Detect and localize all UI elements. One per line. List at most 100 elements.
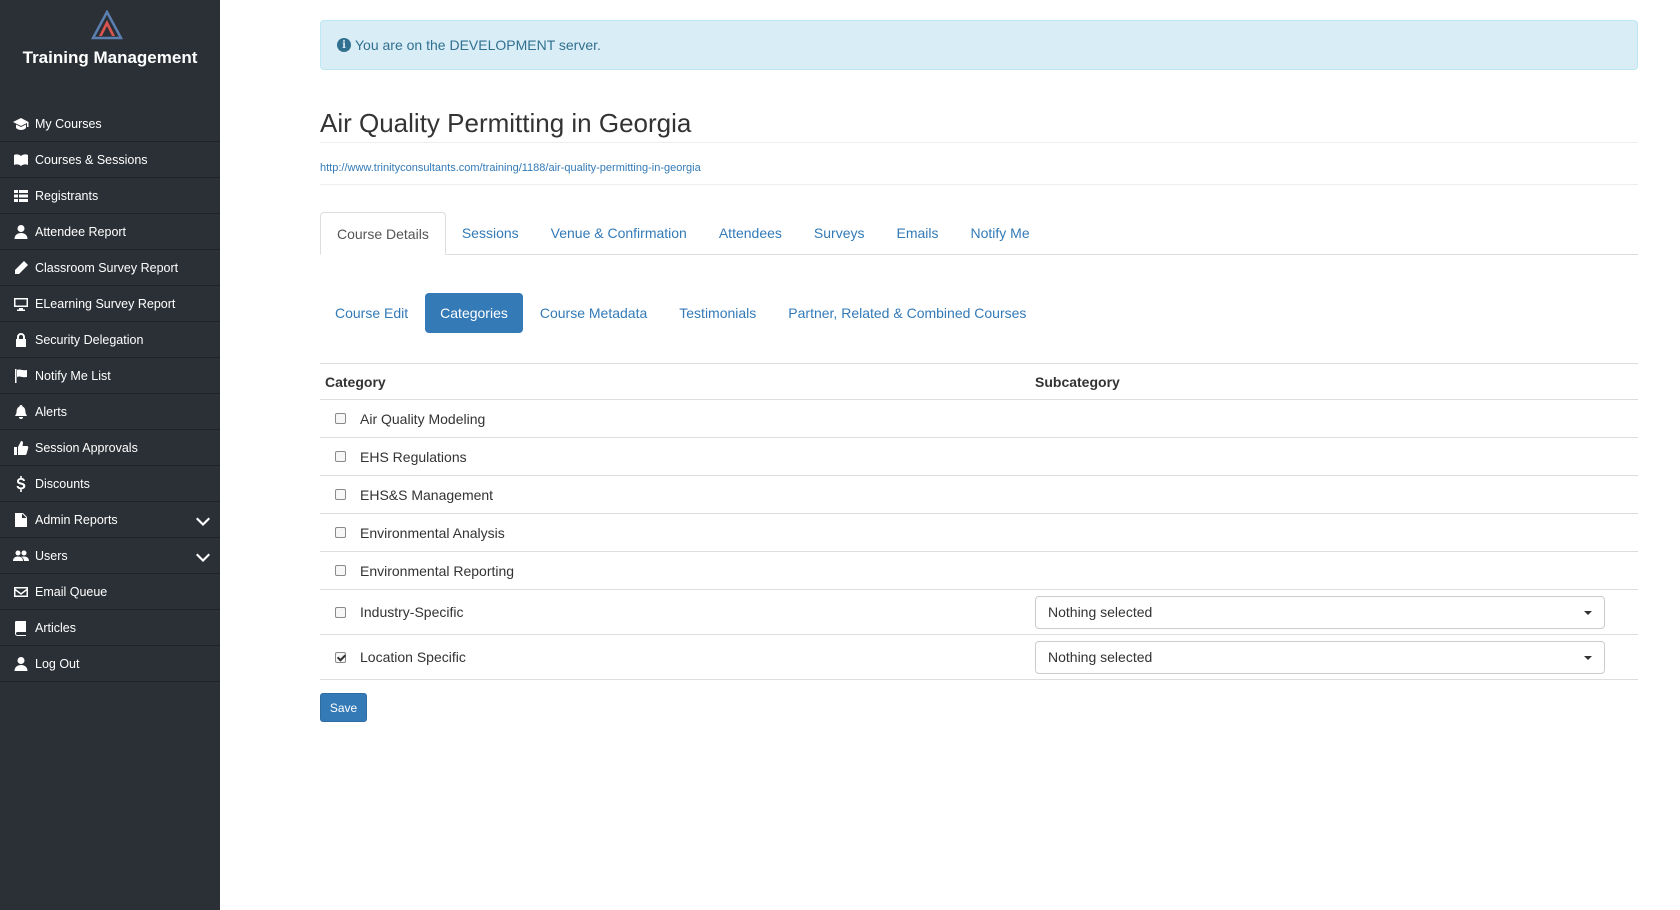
subtab-course-metadata[interactable]: Course Metadata (525, 293, 662, 333)
sidebar-item-label: Users (35, 548, 68, 563)
sidebar-item-label: Email Queue (35, 584, 108, 599)
category-checkbox[interactable] (335, 527, 346, 538)
sidebar-item-classroom-survey-report[interactable]: Classroom Survey Report (0, 250, 220, 286)
sidebar: Training Management My Courses Courses & … (0, 0, 220, 910)
sidebar-item-label: Session Approvals (35, 440, 138, 455)
category-cell: EHS&S Management (320, 475, 1030, 514)
subcategory-select[interactable]: Nothing selected (1035, 640, 1605, 674)
sidebar-item-label: My Courses (35, 116, 102, 131)
category-option: EHS&S Management (325, 487, 1025, 503)
book-icon (12, 619, 30, 637)
info-circle-icon: i (337, 38, 351, 52)
subcategory-select-value: Nothing selected (1048, 649, 1153, 665)
category-checkbox[interactable] (335, 489, 346, 500)
subcategory-cell (1030, 399, 1638, 438)
thumbs-up-icon (12, 439, 30, 457)
sidebar-item-label: Registrants (35, 188, 99, 203)
course-url-link[interactable]: http://www.trinityconsultants.com/traini… (320, 162, 701, 174)
category-cell: Environmental Analysis (320, 513, 1030, 552)
chevron-down-icon[interactable] (196, 549, 210, 563)
subtab-categories[interactable]: Categories (425, 293, 523, 333)
sidebar-nav: My Courses Courses & Sessions Registrants A… (0, 106, 220, 682)
category-option: Industry-Specific (325, 604, 1025, 620)
category-cell: Environmental Reporting (320, 551, 1030, 590)
user-icon (12, 223, 30, 241)
sidebar-item-session-approvals[interactable]: Session Approvals (0, 430, 220, 466)
sidebar-item-elearning-survey-report[interactable]: ELearning Survey Report (0, 286, 220, 322)
dollar-icon (12, 475, 30, 493)
course-tabs: Course Details Sessions Venue & Confirmati… (320, 212, 1638, 255)
subcategory-cell: Nothing selected (1030, 634, 1638, 680)
table-row: EHS&S Management (320, 475, 1638, 514)
tab-surveys[interactable]: Surveys (798, 212, 881, 254)
tab-notify-me[interactable]: Notify Me (955, 212, 1046, 254)
subcategory-cell (1030, 551, 1638, 590)
tab-venue-and-confirmation[interactable]: Venue & Confirmation (535, 212, 703, 254)
chevron-down-icon[interactable] (196, 513, 210, 527)
table-row: Environmental Reporting (320, 551, 1638, 590)
file-icon (12, 511, 30, 529)
sidebar-item-notify-me-list[interactable]: Notify Me List (0, 358, 220, 394)
table-row: Environmental Analysis (320, 513, 1638, 552)
user-icon (12, 655, 30, 673)
sidebar-item-label: Notify Me List (35, 368, 111, 383)
flag-icon (12, 367, 30, 385)
category-checkbox[interactable] (335, 451, 346, 462)
category-label: Environmental Analysis (360, 524, 505, 541)
category-checkbox[interactable] (335, 651, 346, 663)
sidebar-item-email-queue[interactable]: Email Queue (0, 574, 220, 610)
caret-down-icon (1584, 610, 1592, 615)
sidebar-item-label: Security Delegation (35, 332, 144, 347)
subtab-testimonials[interactable]: Testimonials (664, 293, 771, 333)
sidebar-item-attendee-report[interactable]: Attendee Report (0, 214, 220, 250)
table-row: EHS Regulations (320, 437, 1638, 476)
category-label: Environmental Reporting (360, 562, 515, 579)
link-divider (320, 184, 1638, 185)
category-cell: Industry-Specific (320, 589, 1030, 635)
category-label: EHS Regulations (360, 448, 467, 465)
subtab-partner-related-and-combined-courses[interactable]: Partner, Related & Combined Courses (773, 293, 1041, 333)
tab-course-details[interactable]: Course Details (320, 212, 446, 255)
subcategory-cell (1030, 475, 1638, 514)
category-checkbox[interactable] (335, 606, 346, 618)
open-book-icon (12, 151, 30, 169)
sidebar-item-label: Alerts (35, 404, 67, 419)
sidebar-item-label: Classroom Survey Report (35, 260, 179, 275)
category-option: Air Quality Modeling (325, 411, 1025, 427)
sidebar-item-security-delegation[interactable]: Security Delegation (0, 322, 220, 358)
sidebar-item-admin-reports[interactable]: Admin Reports (0, 502, 220, 538)
category-checkbox[interactable] (335, 413, 346, 424)
sidebar-item-alerts[interactable]: Alerts (0, 394, 220, 430)
sidebar-item-courses-and-sessions[interactable]: Courses & Sessions (0, 142, 220, 178)
sidebar-item-log-out[interactable]: Log Out (0, 646, 220, 682)
category-checkbox[interactable] (335, 565, 346, 576)
users-icon (12, 547, 30, 565)
save-button[interactable]: Save (320, 693, 367, 722)
category-option: Environmental Analysis (325, 525, 1025, 541)
tab-attendees[interactable]: Attendees (703, 212, 798, 254)
category-option: EHS Regulations (325, 449, 1025, 465)
envelope-icon (12, 583, 30, 601)
sidebar-item-my-courses[interactable]: My Courses (0, 106, 220, 142)
sidebar-item-articles[interactable]: Articles (0, 610, 220, 646)
graduation-cap-icon (12, 115, 30, 133)
pencil-icon (12, 259, 30, 277)
table-row: Industry-Specific Nothing selected (320, 589, 1638, 635)
category-column-header: Category (320, 363, 1030, 400)
brand: Training Management (0, 0, 220, 106)
subtab-course-edit[interactable]: Course Edit (320, 293, 423, 333)
sidebar-item-discounts[interactable]: Discounts (0, 466, 220, 502)
tab-sessions[interactable]: Sessions (446, 212, 535, 254)
page-title: Air Quality Permitting in Georgia (320, 108, 692, 138)
sidebar-item-users[interactable]: Users (0, 538, 220, 574)
category-cell: Location Specific (320, 634, 1030, 680)
sidebar-item-registrants[interactable]: Registrants (0, 178, 220, 214)
subcategory-select-value: Nothing selected (1048, 604, 1153, 620)
subcategory-select[interactable]: Nothing selected (1035, 595, 1605, 629)
lock-icon (12, 331, 30, 349)
sidebar-item-label: ELearning Survey Report (35, 296, 176, 311)
detail-subtabs: Course Edit Categories Course Metadata Test… (320, 293, 1043, 333)
tab-emails[interactable]: Emails (880, 212, 954, 254)
category-cell: Air Quality Modeling (320, 399, 1030, 438)
category-cell: EHS Regulations (320, 437, 1030, 476)
